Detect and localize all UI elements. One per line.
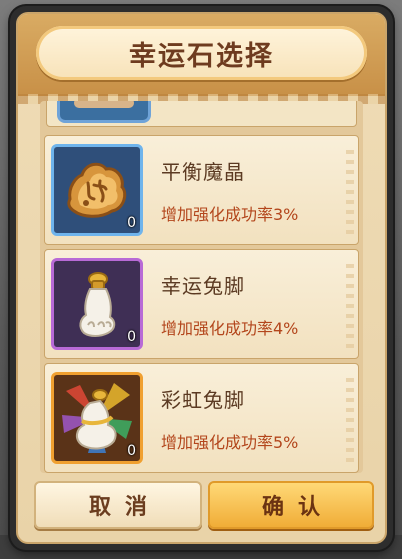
list-item-rainbow-rabbit-foot[interactable]: 0 彩虹兔脚 增加强化成功率5% bbox=[44, 363, 359, 473]
title-band: 幸运石选择 bbox=[18, 14, 385, 104]
item-icon-frame: 0 bbox=[51, 144, 143, 236]
item-count: 0 bbox=[127, 215, 136, 231]
list-item-lucky-rabbit-foot[interactable]: 0 幸运兔脚 增加强化成功率4% bbox=[44, 249, 359, 359]
balance-crystal-icon bbox=[67, 162, 127, 218]
item-name: 平衡魔晶 bbox=[161, 160, 245, 184]
item-description: 增加强化成功率5% bbox=[161, 433, 299, 452]
lucky-rabbit-foot-icon bbox=[79, 272, 116, 337]
item-icon-frame: 0 bbox=[51, 258, 143, 350]
item-icon-frame: 0 bbox=[51, 372, 143, 464]
lucky-stone-dialog: 幸运石选择 0 平衡魔晶 增加强化成功率3% 0 幸运兔脚 增加强化成功率4% … bbox=[10, 6, 393, 550]
rainbow-rabbit-foot-icon bbox=[62, 383, 132, 453]
partial-item-icon bbox=[57, 101, 151, 123]
list-item-partial[interactable] bbox=[46, 101, 357, 127]
title-plate: 幸运石选择 bbox=[36, 26, 367, 80]
dialog-title: 幸运石选择 bbox=[129, 40, 274, 72]
item-name: 彩虹兔脚 bbox=[161, 388, 245, 412]
item-description: 增加强化成功率3% bbox=[161, 205, 299, 224]
cancel-button[interactable]: 取消 bbox=[34, 481, 202, 529]
item-name: 幸运兔脚 bbox=[161, 274, 245, 298]
item-count: 0 bbox=[127, 329, 136, 345]
item-count: 0 bbox=[127, 443, 136, 459]
list-item-balance-crystal[interactable]: 0 平衡魔晶 增加强化成功率3% bbox=[44, 135, 359, 245]
confirm-button[interactable]: 确认 bbox=[208, 481, 374, 529]
item-description: 增加强化成功率4% bbox=[161, 319, 299, 338]
lucky-stone-list[interactable]: 0 平衡魔晶 增加强化成功率3% 0 幸运兔脚 增加强化成功率4% 0 彩虹兔脚… bbox=[40, 101, 363, 473]
dialog-panel: 幸运石选择 0 平衡魔晶 增加强化成功率3% 0 幸运兔脚 增加强化成功率4% … bbox=[16, 12, 387, 544]
